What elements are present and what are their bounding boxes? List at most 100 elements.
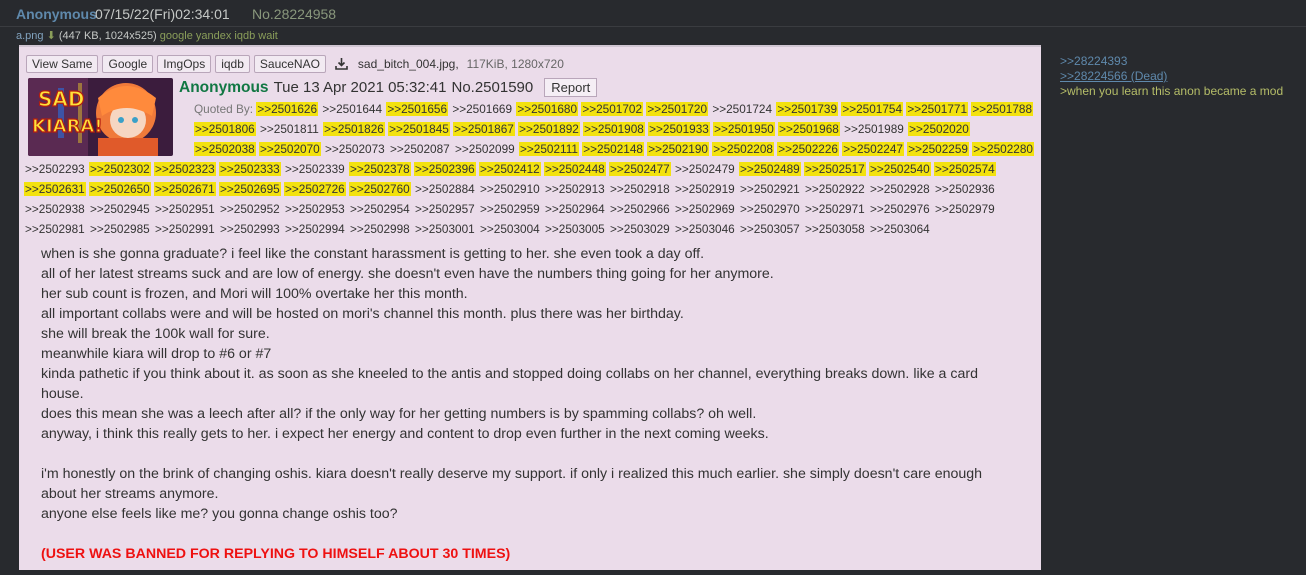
quote-link[interactable]: >>2502574: [934, 162, 996, 176]
quote-link[interactable]: >>2502517: [804, 162, 866, 176]
quote-link[interactable]: >>2502985: [89, 222, 151, 236]
quote-link[interactable]: >>2502020: [908, 122, 970, 136]
quote-link[interactable]: >>2502671: [154, 182, 216, 196]
quote-link[interactable]: >>2502259: [907, 142, 969, 156]
quote-link[interactable]: >>2502913: [544, 182, 606, 196]
quote-link[interactable]: >>2501720: [646, 102, 709, 116]
quote-link[interactable]: >>2501968: [778, 122, 840, 136]
quote-link[interactable]: >>2502479: [674, 162, 736, 176]
quote-link[interactable]: >>2502226: [777, 142, 839, 156]
download-icon[interactable]: [334, 57, 350, 71]
quote-link[interactable]: >>2502302: [89, 162, 151, 176]
quote-link[interactable]: >>2502919: [674, 182, 736, 196]
post-id[interactable]: No.2501590: [451, 79, 533, 96]
dead-reply-link[interactable]: >>28224566 (Dead): [1060, 69, 1283, 84]
quote-link[interactable]: >>2502994: [284, 222, 346, 236]
quote-link[interactable]: >>2501626: [256, 102, 319, 116]
quote-link[interactable]: >>2501739: [776, 102, 839, 116]
quote-link[interactable]: >>2501933: [648, 122, 710, 136]
quote-link[interactable]: >>2502631: [24, 182, 86, 196]
quote-link[interactable]: >>2501754: [841, 102, 904, 116]
imgops-button[interactable]: ImgOps: [157, 55, 212, 73]
quote-link[interactable]: >>2502070: [259, 142, 321, 156]
reverse-search-links[interactable]: google yandex iqdb wait: [160, 30, 278, 42]
quote-link[interactable]: >>2502959: [479, 202, 541, 216]
quote-link[interactable]: >>2502333: [219, 162, 281, 176]
quote-link[interactable]: >>2502979: [934, 202, 996, 216]
quote-link[interactable]: >>2502339: [284, 162, 346, 176]
quote-link[interactable]: >>2501724: [711, 102, 773, 116]
quote-link[interactable]: >>2502540: [869, 162, 931, 176]
quote-link[interactable]: >>2502099: [454, 142, 516, 156]
file-link[interactable]: a.png: [16, 30, 44, 42]
quote-link[interactable]: >>2502280: [972, 142, 1034, 156]
quote-link[interactable]: >>2502957: [414, 202, 476, 216]
quote-link[interactable]: >>2503064: [869, 222, 931, 236]
quote-link[interactable]: >>2502695: [219, 182, 281, 196]
quote-link[interactable]: >>2502918: [609, 182, 671, 196]
quote-link[interactable]: >>2502448: [544, 162, 606, 176]
download-icon[interactable]: ⬇: [47, 30, 56, 42]
quote-link[interactable]: >>2501845: [388, 122, 450, 136]
iqdb-button[interactable]: iqdb: [215, 55, 250, 73]
view-same-button[interactable]: View Same: [26, 55, 99, 73]
quote-link[interactable]: >>2502951: [154, 202, 216, 216]
quote-link[interactable]: >>2502650: [89, 182, 151, 196]
quote-link[interactable]: >>2502998: [349, 222, 411, 236]
post-number[interactable]: No.28224958: [252, 6, 336, 22]
quote-link[interactable]: >>2501656: [386, 102, 449, 116]
quote-link[interactable]: >>2502760: [349, 182, 411, 196]
report-button[interactable]: Report: [544, 78, 598, 97]
quote-link[interactable]: >>2502953: [284, 202, 346, 216]
quote-link[interactable]: >>2502952: [219, 202, 281, 216]
image-file-name[interactable]: sad_bitch_004.jpg,: [358, 57, 459, 71]
quote-link[interactable]: >>2502938: [24, 202, 86, 216]
quote-link[interactable]: >>2502884: [414, 182, 476, 196]
quote-link[interactable]: >>2502966: [609, 202, 671, 216]
quote-link[interactable]: >>2502111: [519, 142, 579, 156]
quote-link[interactable]: >>2502293: [24, 162, 86, 176]
quote-link[interactable]: >>2501669: [451, 102, 513, 116]
quote-link[interactable]: >>2502954: [349, 202, 411, 216]
quote-link[interactable]: >>2502936: [934, 182, 996, 196]
quote-link[interactable]: >>2502038: [194, 142, 256, 156]
quote-link[interactable]: >>2502477: [609, 162, 671, 176]
quote-link[interactable]: >>2502991: [154, 222, 216, 236]
quote-link[interactable]: >>2501702: [581, 102, 644, 116]
quote-link[interactable]: >>2502976: [869, 202, 931, 216]
quote-link[interactable]: >>2503057: [739, 222, 801, 236]
quote-link[interactable]: >>2502726: [284, 182, 346, 196]
quote-link[interactable]: >>2501680: [516, 102, 579, 116]
quote-link[interactable]: >>2501788: [971, 102, 1034, 116]
quote-link[interactable]: >>2502412: [479, 162, 541, 176]
quote-link[interactable]: >>2502981: [24, 222, 86, 236]
quote-link[interactable]: >>2501771: [906, 102, 969, 116]
quote-link[interactable]: >>2501826: [323, 122, 385, 136]
quote-link[interactable]: >>2501644: [321, 102, 383, 116]
quote-link[interactable]: >>2502970: [739, 202, 801, 216]
quote-link[interactable]: >>2502489: [739, 162, 801, 176]
quote-link[interactable]: >>2501908: [583, 122, 645, 136]
quote-link[interactable]: >>2501892: [518, 122, 580, 136]
quote-link[interactable]: >>2502922: [804, 182, 866, 196]
saucenao-button[interactable]: SauceNAO: [253, 55, 326, 73]
quote-link[interactable]: >>2502247: [842, 142, 904, 156]
quote-link[interactable]: >>2502396: [414, 162, 476, 176]
quote-link[interactable]: >>2502323: [154, 162, 216, 176]
quote-link[interactable]: >>2501950: [713, 122, 775, 136]
quote-link[interactable]: >>2502910: [479, 182, 541, 196]
quote-link[interactable]: >>2502945: [89, 202, 151, 216]
quote-link[interactable]: >>2502087: [389, 142, 451, 156]
post-number-value[interactable]: 28224958: [274, 6, 336, 22]
quote-link[interactable]: >>2502964: [544, 202, 606, 216]
quote-link[interactable]: >>2502190: [647, 142, 709, 156]
quote-link[interactable]: >>2502921: [739, 182, 801, 196]
quote-link[interactable]: >>2502971: [804, 202, 866, 216]
quote-link[interactable]: >>2502993: [219, 222, 281, 236]
quote-link[interactable]: >>2502969: [674, 202, 736, 216]
quote-link[interactable]: >>2501989: [843, 122, 905, 136]
quote-link[interactable]: >>2503004: [479, 222, 541, 236]
quote-link[interactable]: >>2503058: [804, 222, 866, 236]
quote-link[interactable]: >>2503029: [609, 222, 671, 236]
quote-link[interactable]: >>2503005: [544, 222, 606, 236]
